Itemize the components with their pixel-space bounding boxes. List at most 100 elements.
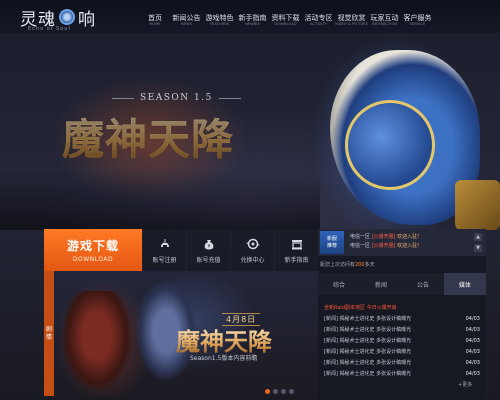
news-title: [新闻] 揭秘术士进化史 多张设计稿曝光 (324, 316, 412, 322)
hero-rocks (0, 170, 320, 230)
news-title: [新闻] 揭秘术士进化史 多张设计稿曝光 (324, 327, 412, 333)
nav-newbie[interactable]: 新手指南 NEWBIE (236, 0, 269, 34)
download-button[interactable]: 游戏下载 DOWNLOAD (44, 229, 142, 271)
quick-link-label: 兑换中心 (240, 256, 265, 264)
server-arrows: ▲ ▼ (474, 233, 482, 252)
nav-sublabel: SERVICE (409, 22, 426, 26)
pager-dot[interactable] (273, 389, 278, 394)
guide-icon (291, 239, 302, 249)
nav-sublabel: DOWNLOAD (274, 22, 297, 26)
arrow-down-icon[interactable]: ▼ (474, 244, 482, 252)
quick-link-label: 新手指南 (284, 256, 309, 264)
nav-news[interactable]: 新闻公告 NEWS (170, 0, 203, 34)
tab-media[interactable]: 媒体 (444, 273, 486, 295)
hero-armor-art (455, 180, 500, 230)
news-headline[interactable]: 全新Raid副本地区 今日火爆开启 (318, 302, 486, 314)
nav-label: 新闻公告 (172, 14, 201, 22)
nav-download[interactable]: 资料下载 DOWNLOAD (269, 0, 302, 34)
logo-orb-icon (59, 9, 75, 25)
news-date: 04/03 (465, 338, 480, 344)
quick-link-exchange[interactable]: 兑换中心 (230, 229, 274, 271)
top-nav-bar: 灵魂 响 Echo of Soul 首页 HOME 新闻公告 NEWS 游戏特色… (0, 0, 500, 34)
news-date: 04/03 (465, 327, 480, 333)
logo-text-right: 响 (78, 9, 96, 30)
last-visit-count: 200 (355, 262, 365, 268)
nav-label: 活动专区 (304, 14, 333, 22)
last-visit-info: 距您上次访问有200多天 (318, 258, 486, 272)
server-status: 欢迎入驻! (397, 243, 420, 249)
download-label: 游戏下载 (66, 239, 119, 253)
tab-announcement[interactable]: 公告 (402, 273, 444, 295)
hero-title: 魔神天降 (62, 106, 234, 167)
last-visit-prefix: 距您上次访问有 (320, 262, 356, 268)
svg-text:¥: ¥ (207, 243, 210, 248)
list-item[interactable]: [新闻] 揭秘术士进化史 多张设计稿曝光 04/03 (318, 369, 486, 380)
last-visit-suffix: 多天 (364, 262, 375, 268)
nav-sublabel: VIDEO & PICTURE (334, 22, 369, 26)
quick-link-guide[interactable]: 新手指南 (274, 229, 318, 271)
nav-label: 资料下载 (271, 14, 300, 22)
nav-activity[interactable]: 活动专区 ACTIVITY (302, 0, 335, 34)
pager-dot[interactable] (281, 389, 286, 394)
banner-tag-char: 剧 (45, 325, 52, 333)
pager-dot[interactable] (289, 389, 294, 394)
server-name: 电信一区 (350, 234, 371, 240)
nav-sublabel: FEATURES (209, 22, 230, 26)
news-list: 全新Raid副本地区 今日火爆开启 [新闻] 揭秘术士进化史 多张设计稿曝光 0… (318, 302, 486, 380)
list-item[interactable]: [新闻] 揭秘术士进化史 多张设计稿曝光 04/03 (318, 347, 486, 358)
server-name: 电信一区 (350, 243, 371, 249)
more-label: 更多 (462, 382, 473, 388)
nav-sublabel: HOME (149, 22, 161, 26)
server-line[interactable]: 电信一区 [火爆开服] 欢迎入驻! (350, 233, 419, 242)
new-server-badge: 新服 推荐 (320, 231, 344, 254)
news-title: [新闻] 揭秘术士进化史 多张设计稿曝光 (324, 349, 412, 355)
download-sublabel: DOWNLOAD (72, 256, 114, 263)
list-item[interactable]: [新闻] 揭秘术士进化史 多张设计稿曝光 04/03 (318, 336, 486, 347)
site-logo[interactable]: 灵魂 响 (20, 7, 96, 30)
list-item[interactable]: [新闻] 揭秘术士进化史 多张设计稿曝光 04/03 (318, 325, 486, 336)
news-date: 04/03 (465, 371, 480, 377)
news-title: [新闻] 揭秘术士进化史 多张设计稿曝光 (324, 371, 412, 377)
nav-home[interactable]: 首页 HOME (140, 0, 170, 34)
list-item[interactable]: [新闻] 揭秘术士进化史 多张设计稿曝光 04/03 (318, 314, 486, 325)
nav-features[interactable]: 游戏特色 FEATURES (203, 0, 236, 34)
exchange-icon (245, 238, 260, 249)
banner-subtitle: Season1.5版本内容前瞻 (190, 355, 258, 362)
tab-general[interactable]: 综合 (318, 273, 360, 295)
tab-news[interactable]: 新闻 (360, 273, 402, 295)
nav-sublabel: ACTIVITY (310, 22, 327, 26)
list-item[interactable]: [新闻] 揭秘术士进化史 多张设计稿曝光 04/03 (318, 358, 486, 369)
more-link[interactable]: +更多 (458, 381, 472, 388)
money-bag-icon: ¥ (204, 239, 213, 249)
quick-links: 账号注册 ¥ 账号充值 兑换中心 新手指南 (142, 229, 318, 271)
news-date: 04/03 (465, 316, 480, 322)
server-tag: [火爆开服] (371, 243, 396, 249)
nav-sublabel: NEWBIE (245, 22, 260, 26)
logo-subtitle: Echo of Soul (28, 26, 71, 32)
nav-label: 首页 (148, 14, 162, 22)
server-list: 电信一区 [火爆开服] 欢迎入驻! 电信一区 [火爆开服] 欢迎入驻! (350, 233, 419, 251)
news-date: 04/03 (465, 349, 480, 355)
nav-video-picture[interactable]: 视觉欣赏 VIDEO & PICTURE (335, 0, 368, 34)
season-label: SEASON 1.5 (112, 93, 241, 103)
quick-link-recharge[interactable]: ¥ 账号充值 (186, 229, 230, 271)
banner-side-tag: 剧 情 (44, 271, 54, 396)
badge-text: 新服 (326, 235, 337, 242)
news-title: [新闻] 揭秘术士进化史 多张设计稿曝光 (324, 360, 412, 366)
nav-label: 客户服务 (403, 14, 432, 22)
helmet-icon (160, 238, 169, 247)
arrow-up-icon[interactable]: ▲ (474, 233, 482, 241)
quick-link-label: 账号注册 (152, 256, 177, 264)
nav-label: 新手指南 (238, 14, 267, 22)
server-line[interactable]: 电信一区 [火爆开服] 欢迎入驻! (350, 242, 419, 251)
news-title: [新闻] 揭秘术士进化史 多张设计稿曝光 (324, 338, 412, 344)
banner-tag-char: 情 (45, 333, 52, 341)
nav-interaction[interactable]: 玩家互动 INTERACTION (368, 0, 401, 34)
nav-sublabel: INTERACTION (371, 22, 398, 26)
banner-pager (265, 389, 294, 394)
nav-service[interactable]: 客户服务 SERVICE (401, 0, 434, 34)
banner-warrior-art (62, 291, 132, 391)
banner-title: 魔神天降 (176, 322, 272, 357)
pager-dot[interactable] (265, 389, 270, 394)
quick-link-register[interactable]: 账号注册 (142, 229, 186, 271)
